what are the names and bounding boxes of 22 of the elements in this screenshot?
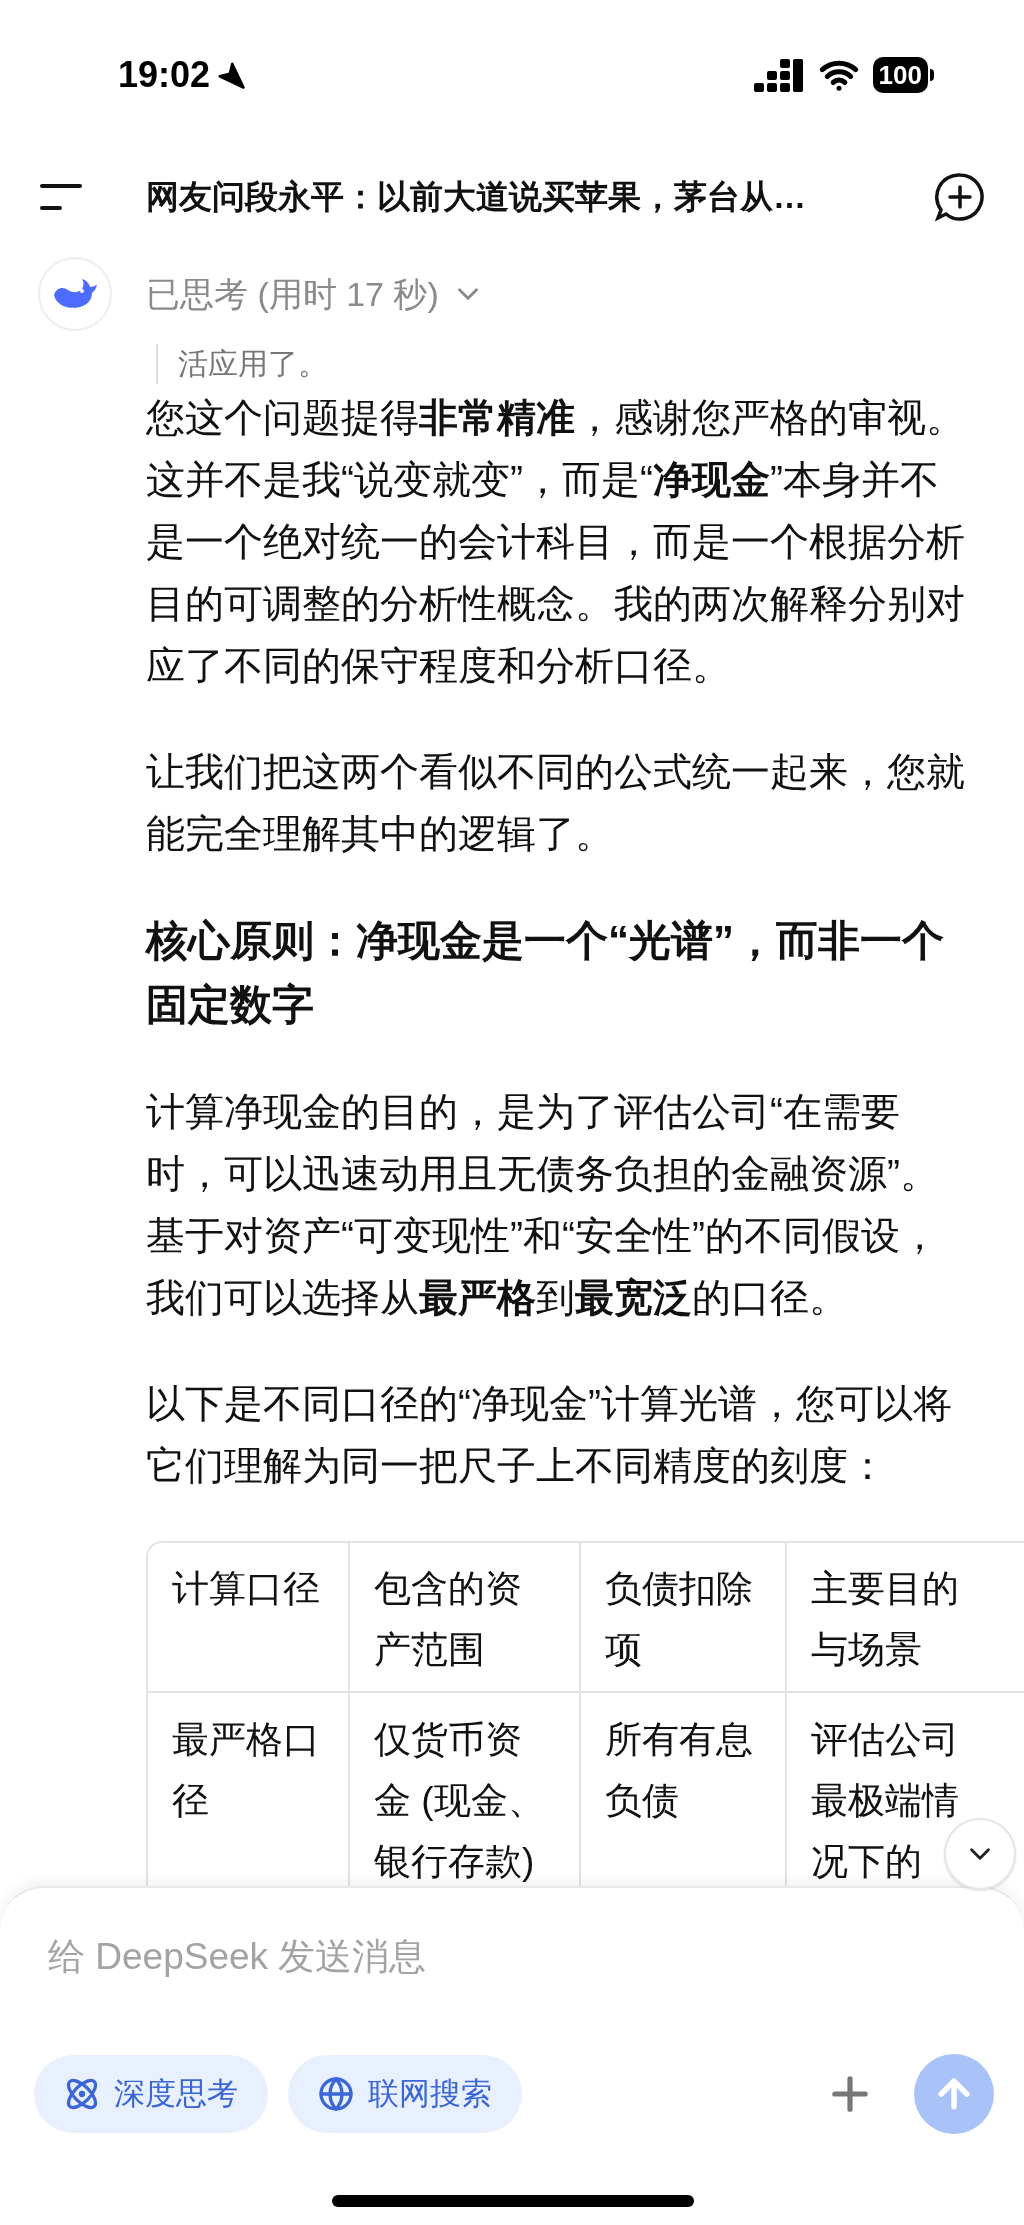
thinking-status[interactable]: 已思考 (用时 17 秒) bbox=[146, 268, 439, 320]
toggle-chip[interactable]: 联网搜索 bbox=[288, 2055, 522, 2133]
atom-icon bbox=[64, 2076, 100, 2112]
column-header: 计算口径 bbox=[146, 1541, 350, 1693]
status-time: 19:02 bbox=[118, 53, 211, 97]
menu-icon[interactable] bbox=[40, 182, 84, 212]
answer-paragraph: 以下是不同口径的“净现金”计算光谱，您可以将它们理解为同一把尺子上不同精度的刻度： bbox=[146, 1381, 953, 1489]
answer-paragraph: 计算净现金的目的，是为了评估公司“在需要时，可以迅速动用且无债务负担的金融资源”。基于对资产“可变现性”和“安全性”的不同假设，我们可以选择从最严格到最宽泛的口径。 bbox=[146, 1089, 940, 1321]
globe-icon bbox=[318, 2076, 354, 2112]
column-header: 包含的资产范围 bbox=[350, 1541, 581, 1693]
new-chat-icon[interactable] bbox=[934, 171, 986, 223]
answer-paragraph: 让我们把这两个看似不同的公式统一起来，您就能完全理解其中的逻辑了。 bbox=[146, 749, 966, 857]
location-icon bbox=[216, 60, 247, 90]
toggle-chip[interactable]: 深度思考 bbox=[34, 2055, 268, 2133]
thinking-quote: 活应用了。 bbox=[178, 346, 328, 382]
column-header: 负债扣除项 bbox=[581, 1541, 787, 1693]
whale-icon bbox=[52, 277, 98, 311]
answer-paragraph: 您这个问题提得非常精准，感谢您严格的审视。这并不是我“说变就变”，而是“净现金”本身并不是一个绝对统一的会计科目，而是一个根据分析目的可调整的分析性概念。我的两次解释分别对应了不同的保守程度和分析口径。 bbox=[146, 395, 966, 689]
section-heading: 核心原则：净现金是一个“光谱”，而非一个固定数字 bbox=[146, 916, 945, 1030]
chat-title: 网友问段永平：以前大道说买苹果，茅台从… bbox=[146, 177, 806, 218]
signal-icon bbox=[752, 57, 805, 93]
column-header: 主要目的与场景 bbox=[787, 1541, 1024, 1693]
